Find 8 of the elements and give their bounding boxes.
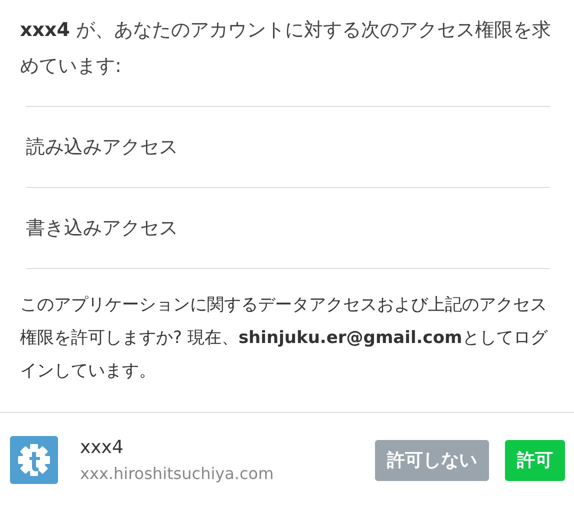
app-domain: xxx.hiroshitsuchiya.com	[80, 464, 275, 483]
allow-button[interactable]: 許可	[505, 440, 565, 480]
gear-icon	[10, 436, 58, 484]
app-name: xxx4	[80, 437, 124, 458]
permission-label: 書き込みアクセス	[26, 216, 178, 241]
permission-label: 読み込みアクセス	[26, 135, 178, 160]
deny-button[interactable]: 許可しない	[375, 440, 489, 480]
request-heading: xxx4 が、あなたのアカウントに対する次のアクセス権限を求めています:	[19, 18, 552, 79]
